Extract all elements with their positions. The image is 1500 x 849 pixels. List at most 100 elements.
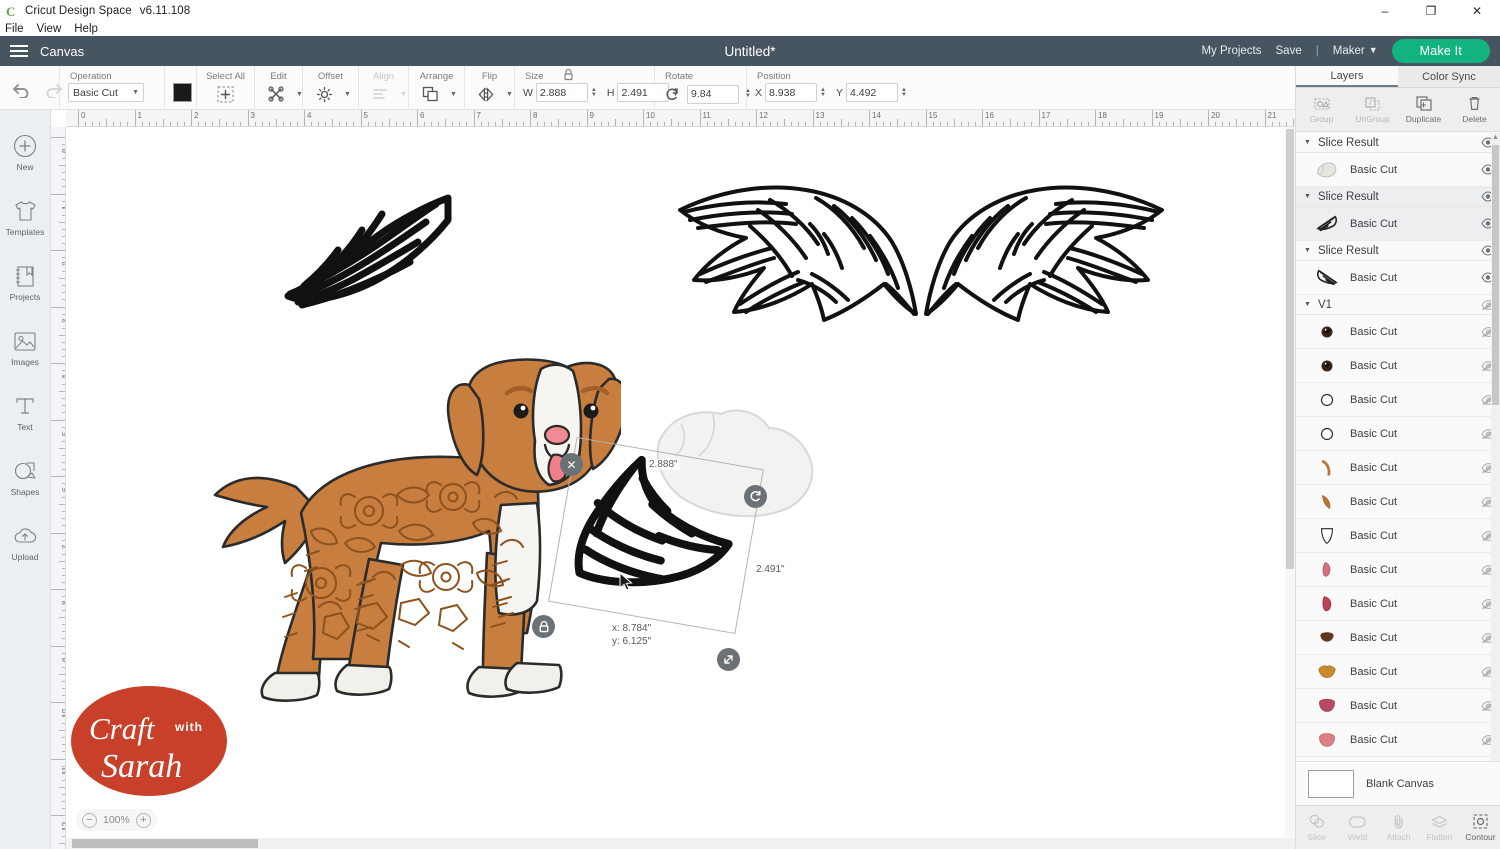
- weld-icon: [1349, 814, 1366, 830]
- rotate-field[interactable]: 9.84: [687, 85, 739, 104]
- layer-row[interactable]: Basic Cut: [1296, 587, 1500, 621]
- chevron-down-icon[interactable]: ▼: [1304, 301, 1311, 308]
- chevron-down-icon[interactable]: ▼: [1304, 247, 1311, 254]
- my-projects-link[interactable]: My Projects: [1201, 45, 1261, 57]
- design-board[interactable]: ✕ 2.888" 2.491" x: 8.784" y: 6.125": [66, 127, 1295, 849]
- select-all-button[interactable]: [213, 83, 239, 105]
- blank-canvas-row[interactable]: Blank Canvas: [1296, 761, 1500, 805]
- layer-thumbnail-circle-white: [1314, 422, 1340, 446]
- close-button[interactable]: ✕: [1454, 0, 1500, 22]
- layer-row[interactable]: Basic Cut: [1296, 417, 1500, 451]
- selection-resize-handle[interactable]: [717, 648, 740, 671]
- chevron-down-icon[interactable]: ▼: [450, 91, 457, 98]
- contour-button[interactable]: Contour: [1460, 806, 1500, 849]
- chevron-down-icon[interactable]: ▼: [1304, 193, 1311, 200]
- layer-group-header[interactable]: ▼Slice Result: [1296, 133, 1500, 153]
- menu-view[interactable]: View: [37, 23, 62, 35]
- canvas-horizontal-scrollbar[interactable]: [66, 838, 1295, 849]
- make-it-button[interactable]: Make It: [1392, 39, 1490, 63]
- layers-list[interactable]: ▼Slice ResultBasic Cut▼Slice ResultBasic…: [1296, 133, 1500, 772]
- lock-aspect-ratio-icon[interactable]: [563, 68, 574, 81]
- selection-lock-handle[interactable]: [532, 615, 555, 638]
- offset-button[interactable]: [311, 83, 337, 105]
- ruler-tick-label: 20: [1211, 111, 1220, 120]
- layer-thumbnail-nose-brown: [1314, 626, 1340, 650]
- tab-color-sync[interactable]: Color Sync: [1398, 66, 1500, 87]
- layer-row[interactable]: Basic Cut: [1296, 689, 1500, 723]
- operation-select[interactable]: Basic Cut ▼: [68, 83, 144, 102]
- menu-help[interactable]: Help: [74, 23, 98, 35]
- layer-row[interactable]: Basic Cut: [1296, 383, 1500, 417]
- undo-button[interactable]: [8, 79, 34, 101]
- zoom-out-button[interactable]: −: [82, 813, 97, 828]
- flatten-label: Flatten: [1427, 832, 1453, 842]
- layer-row[interactable]: Basic Cut: [1296, 153, 1500, 187]
- menu-file[interactable]: File: [5, 23, 24, 35]
- group-button: Group: [1296, 88, 1347, 131]
- zoom-in-button[interactable]: +: [136, 813, 151, 828]
- slice-button: Slice: [1296, 806, 1337, 849]
- arrange-button[interactable]: [417, 83, 443, 105]
- layer-row[interactable]: Basic Cut: [1296, 723, 1500, 757]
- scroll-up-arrow-icon[interactable]: ▲: [1491, 133, 1500, 142]
- hamburger-menu-icon[interactable]: [0, 45, 38, 57]
- artwork-wing-large-right[interactable]: [916, 182, 1176, 327]
- artwork-dog[interactable]: [201, 345, 621, 715]
- scrollbar-thumb[interactable]: [1492, 145, 1499, 405]
- width-field[interactable]: W 2.888 ▲▼: [523, 83, 597, 102]
- sidebar-item-upload[interactable]: Upload: [0, 510, 51, 575]
- position-x-stepper[interactable]: ▲▼: [820, 88, 826, 98]
- layer-group-header[interactable]: ▼V1: [1296, 295, 1500, 315]
- blank-canvas-swatch[interactable]: [1308, 770, 1354, 798]
- chevron-down-icon[interactable]: ▼: [296, 91, 303, 98]
- artwork-wing-small[interactable]: [276, 192, 461, 322]
- watermark-with: with: [174, 720, 203, 734]
- layer-row[interactable]: Basic Cut: [1296, 349, 1500, 383]
- artwork-wing-large-left[interactable]: [666, 182, 926, 327]
- machine-label: Maker: [1333, 45, 1365, 57]
- layer-row[interactable]: Basic Cut: [1296, 261, 1500, 295]
- machine-selector[interactable]: Maker▼: [1333, 45, 1378, 57]
- tab-layers[interactable]: Layers: [1296, 66, 1398, 87]
- sidebar-item-text[interactable]: Text: [0, 380, 51, 445]
- position-y-field[interactable]: Y 4.492 ▲▼: [836, 83, 907, 102]
- save-button[interactable]: Save: [1276, 45, 1302, 57]
- delete-button[interactable]: Delete: [1449, 88, 1500, 131]
- chevron-down-icon[interactable]: ▼: [506, 91, 513, 98]
- edit-button[interactable]: [263, 83, 289, 105]
- layer-group-header[interactable]: ▼Slice Result: [1296, 241, 1500, 261]
- position-x-field[interactable]: X 8.938 ▲▼: [755, 83, 826, 102]
- layer-row[interactable]: Basic Cut: [1296, 315, 1500, 349]
- sidebar-item-shapes[interactable]: Shapes: [0, 445, 51, 510]
- canvas-vertical-scrollbar[interactable]: [1285, 127, 1295, 837]
- edit-toolbar: Operation Basic Cut ▼ Select All Edit: [0, 66, 1500, 110]
- layer-row[interactable]: Basic Cut: [1296, 621, 1500, 655]
- scrollbar-thumb[interactable]: [72, 839, 258, 848]
- layer-row[interactable]: Basic Cut: [1296, 207, 1500, 241]
- chevron-down-icon[interactable]: ▼: [344, 91, 351, 98]
- flip-button[interactable]: [473, 83, 499, 105]
- layers-scrollbar[interactable]: ▲ ▼: [1491, 133, 1500, 772]
- operation-color-swatch[interactable]: [173, 83, 192, 102]
- selection-delete-handle[interactable]: ✕: [560, 453, 583, 476]
- sidebar-item-projects[interactable]: Projects: [0, 250, 51, 315]
- scrollbar-thumb[interactable]: [1286, 129, 1294, 569]
- maximize-button[interactable]: ❐: [1408, 0, 1454, 22]
- layer-row[interactable]: Basic Cut: [1296, 451, 1500, 485]
- layer-row[interactable]: Basic Cut: [1296, 519, 1500, 553]
- ruler-tick-label: 14: [872, 111, 881, 120]
- layer-row[interactable]: Basic Cut: [1296, 655, 1500, 689]
- layer-group-header[interactable]: ▼Slice Result: [1296, 187, 1500, 207]
- width-stepper[interactable]: ▲▼: [591, 88, 597, 98]
- layer-row[interactable]: Basic Cut: [1296, 485, 1500, 519]
- sidebar-item-new[interactable]: New: [0, 120, 51, 185]
- layer-row[interactable]: Basic Cut: [1296, 553, 1500, 587]
- chevron-down-icon[interactable]: ▼: [1304, 139, 1311, 146]
- selection-rotate-handle[interactable]: [744, 485, 767, 508]
- position-y-stepper[interactable]: ▲▼: [901, 88, 907, 98]
- sidebar-item-images[interactable]: Images: [0, 315, 51, 380]
- duplicate-button[interactable]: Duplicate: [1398, 88, 1449, 131]
- minimize-button[interactable]: –: [1362, 0, 1408, 22]
- canvas-area[interactable]: 0123456789101112131415161718192021 01234…: [51, 110, 1295, 849]
- sidebar-item-templates[interactable]: Templates: [0, 185, 51, 250]
